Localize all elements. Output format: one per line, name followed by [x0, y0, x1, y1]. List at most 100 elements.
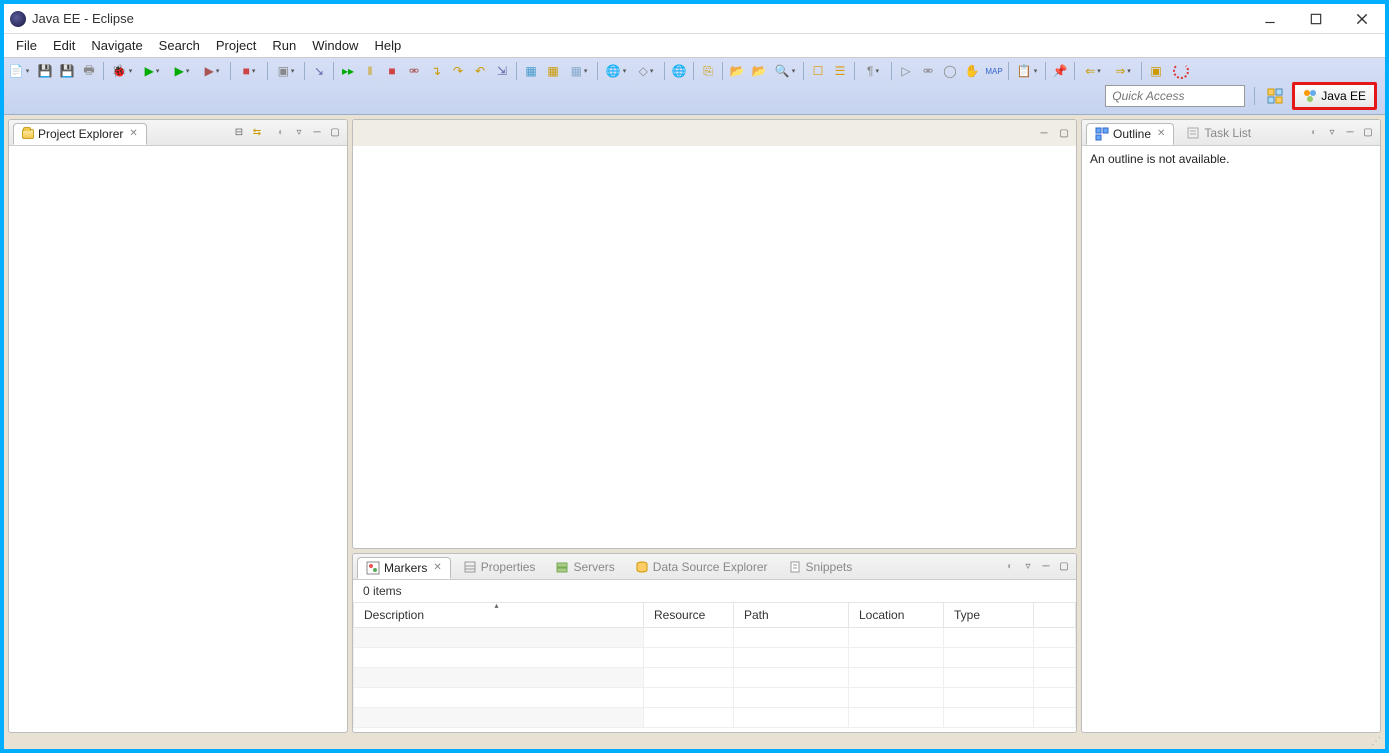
table-row[interactable] [354, 668, 1076, 688]
col-path[interactable]: Path [734, 603, 849, 628]
minimize-view-button[interactable]: ─ [1342, 125, 1358, 141]
maximize-button[interactable] [1293, 4, 1339, 34]
java-ee-perspective-button[interactable]: Java EE [1292, 82, 1377, 110]
col-resource[interactable]: Resource [644, 603, 734, 628]
menu-search[interactable]: Search [151, 35, 208, 56]
disconnect-button[interactable]: ⚮ [404, 61, 424, 81]
maximize-view-button[interactable]: ▢ [327, 125, 343, 141]
close-button[interactable] [1339, 4, 1385, 34]
focus-task-button[interactable]: ◐ [273, 125, 289, 141]
menu-file[interactable]: File [8, 35, 45, 56]
open-type-button[interactable]: ⎘ [698, 61, 718, 81]
view-menu-button[interactable]: ▿ [1324, 125, 1340, 141]
menu-edit[interactable]: Edit [45, 35, 83, 56]
menu-navigate[interactable]: Navigate [83, 35, 150, 56]
table-row[interactable] [354, 628, 1076, 648]
new-ejb-button[interactable]: ▦ [565, 61, 593, 81]
close-icon[interactable]: ✕ [433, 562, 441, 573]
col-description[interactable]: Description▴ [354, 603, 644, 628]
open-browser-button[interactable]: 🌐 [669, 61, 689, 81]
outline-view: Outline ✕ Task List ◐ ▿ ─ ▢ An o [1081, 119, 1381, 733]
resize-grip-icon[interactable]: ⋰ [1371, 736, 1383, 747]
new-jsp-button[interactable]: ▦ [521, 61, 541, 81]
pin-button[interactable]: 📌 [1050, 61, 1070, 81]
task-list-icon [1186, 126, 1200, 140]
annotations-button[interactable]: ¶ [859, 61, 887, 81]
terminate-button[interactable]: ■ [235, 61, 263, 81]
menu-run[interactable]: Run [264, 35, 304, 56]
view-menu-button[interactable]: ▿ [1020, 559, 1036, 575]
back-button[interactable]: ⇐ [1079, 61, 1107, 81]
step-over-button[interactable]: ↷ [448, 61, 468, 81]
minimize-button[interactable] [1247, 4, 1293, 34]
save-button[interactable]: 💾 [35, 61, 55, 81]
run-last-button[interactable]: ▶ [168, 61, 196, 81]
forward-button[interactable]: ⇒ [1109, 61, 1137, 81]
new-button[interactable]: 📄 [5, 61, 33, 81]
new-xml-button[interactable]: ◇ [632, 61, 660, 81]
open-folder-button[interactable]: 📂 [749, 61, 769, 81]
maximize-view-button[interactable]: ▢ [1056, 559, 1072, 575]
collapse-all-button[interactable]: ⊟ [231, 125, 247, 141]
run-button[interactable]: ▶ [138, 61, 166, 81]
minimize-view-button[interactable]: ─ [1038, 559, 1054, 575]
editor-area[interactable]: ─ ▢ [352, 119, 1077, 549]
table-row[interactable] [354, 648, 1076, 668]
menu-project[interactable]: Project [208, 35, 264, 56]
data-source-explorer-tab[interactable]: Data Source Explorer [627, 557, 776, 577]
skip-breakpoints-button[interactable]: ↘ [309, 61, 329, 81]
outline-tab[interactable]: Outline ✕ [1086, 123, 1174, 145]
markers-table[interactable]: Description▴ Resource Path Location Type [353, 602, 1076, 728]
search-button[interactable]: 🔍 [771, 61, 799, 81]
new-server-button[interactable]: ▣ [272, 61, 300, 81]
open-perspective-button[interactable] [1264, 85, 1286, 107]
quick-access-input[interactable] [1105, 85, 1245, 107]
main-toolbar: 📄 💾 💾 🖶 🐞 ▶ ▶ ▶ ■ ▣ ↘ ▸▸ ‖ ■ ⚮ ↴ ↷ ↶ ⇲ [4, 58, 1385, 115]
project-explorer-body[interactable] [9, 146, 347, 732]
table-row[interactable] [354, 688, 1076, 708]
view-menu-button[interactable]: ▿ [291, 125, 307, 141]
menu-help[interactable]: Help [366, 35, 409, 56]
col-type[interactable]: Type [944, 603, 1034, 628]
maximize-view-button[interactable]: ▢ [1360, 125, 1376, 141]
debug-button[interactable]: 🐞 [108, 61, 136, 81]
focus-task-button[interactable]: ◐ [1306, 125, 1322, 141]
print-button[interactable]: 🖶 [79, 61, 99, 81]
suspend-button[interactable]: ‖ [360, 61, 380, 81]
link-button[interactable]: ⚮ [918, 61, 938, 81]
step-into-button[interactable]: ↴ [426, 61, 446, 81]
snippets-tab[interactable]: Snippets [780, 557, 861, 577]
new-task-button[interactable]: ☐ [808, 61, 828, 81]
minimize-editor-button[interactable]: ─ [1036, 125, 1052, 141]
step-return-button[interactable]: ↶ [470, 61, 490, 81]
save-all-button[interactable]: 💾 [57, 61, 77, 81]
drop-frame-button[interactable]: ⇲ [492, 61, 512, 81]
servers-tab[interactable]: Servers [547, 557, 622, 577]
cursor-button[interactable]: ▷ [896, 61, 916, 81]
link-editor-button[interactable]: ⇆ [249, 125, 265, 141]
map-button[interactable]: MAP [984, 61, 1004, 81]
focus-task-button[interactable]: ◐ [1002, 559, 1018, 575]
terminate-debug-button[interactable]: ■ [382, 61, 402, 81]
categorize-button[interactable]: ☰ [830, 61, 850, 81]
menu-window[interactable]: Window [304, 35, 366, 56]
new-web-button[interactable]: 🌐 [602, 61, 630, 81]
minimize-view-button[interactable]: ─ [309, 125, 325, 141]
close-icon[interactable]: ✕ [1157, 128, 1165, 139]
clipboard-button[interactable]: 📋 [1013, 61, 1041, 81]
properties-tab[interactable]: Properties [455, 557, 544, 577]
external-tools-button[interactable]: ▶ [198, 61, 226, 81]
markers-tab[interactable]: Markers ✕ [357, 557, 451, 579]
table-row[interactable] [354, 708, 1076, 728]
task-list-tab[interactable]: Task List [1178, 123, 1259, 143]
project-explorer-tab[interactable]: Project Explorer ✕ [13, 123, 147, 145]
project-icon-button[interactable]: ▣ [1146, 61, 1166, 81]
new-servlet-button[interactable]: ▦ [543, 61, 563, 81]
marquee-button[interactable]: ◯ [940, 61, 960, 81]
open-task-button[interactable]: 📂 [727, 61, 747, 81]
hand-button[interactable]: ✋ [962, 61, 982, 81]
close-icon[interactable]: ✕ [129, 128, 137, 139]
maximize-editor-button[interactable]: ▢ [1056, 125, 1072, 141]
resume-button[interactable]: ▸▸ [338, 61, 358, 81]
col-location[interactable]: Location [849, 603, 944, 628]
